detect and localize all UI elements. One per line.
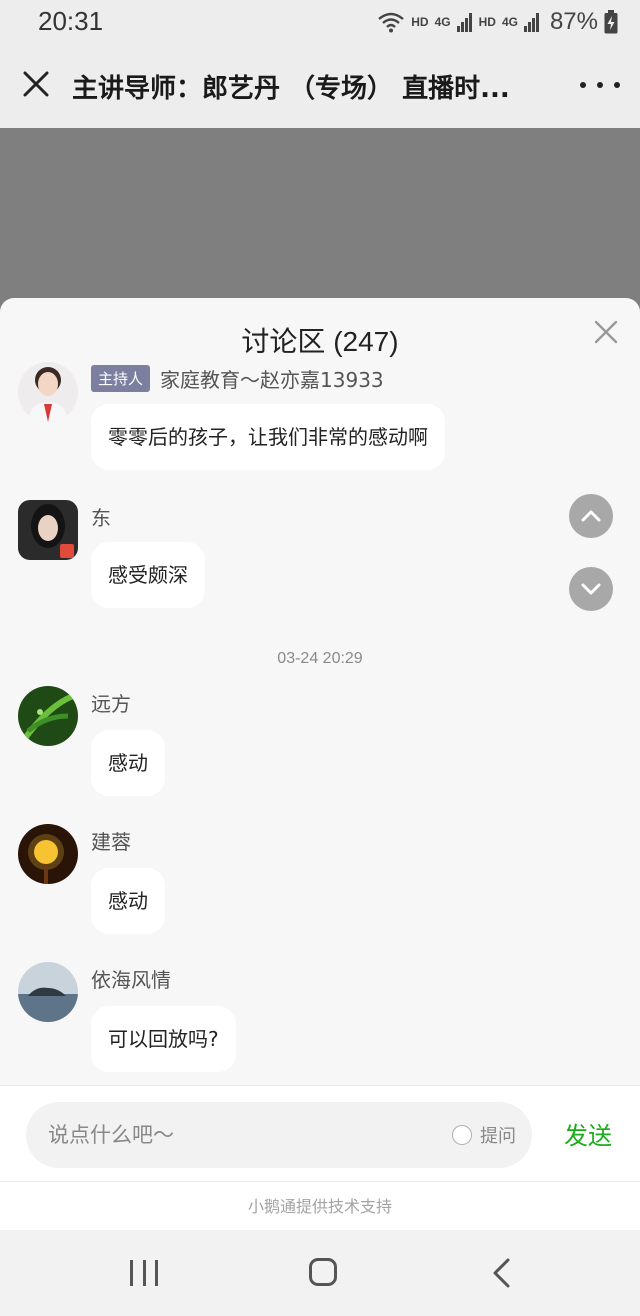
message-list[interactable]: 主持人 家庭教育～赵亦嘉13933 零零后的孩子，让我们非常的感动啊 东 感受颇… — [0, 360, 640, 1085]
system-nav-bar — [0, 1230, 640, 1316]
video-player-area[interactable] — [0, 128, 640, 318]
signal-icon-2 — [523, 13, 539, 32]
signal-icon — [456, 13, 472, 32]
close-icon — [23, 71, 49, 97]
woman-dark-hair-avatar[interactable] — [18, 500, 78, 560]
back-button[interactable] — [490, 1256, 514, 1290]
message-author: 家庭教育～赵亦嘉13933 — [160, 368, 384, 392]
chevron-up-icon — [581, 510, 601, 522]
status-icons: HD 4G HD 4G 87% — [377, 8, 618, 36]
discussion-close-button[interactable] — [592, 318, 620, 346]
send-button[interactable]: 发送 — [564, 1116, 612, 1151]
woman-portrait-avatar[interactable] — [18, 362, 78, 422]
scroll-down-button[interactable] — [569, 567, 613, 611]
close-icon — [594, 320, 618, 344]
time-separator: 03-24 20:29 — [277, 650, 363, 667]
message-bubble[interactable]: 感动 — [91, 730, 165, 796]
hd-label-2: HD — [478, 15, 496, 29]
message-author-row: 依海风情 — [91, 964, 171, 993]
more-dot-icon — [597, 82, 603, 88]
message-author: 依海风情 — [91, 968, 171, 992]
green-leaf-avatar[interactable] — [18, 686, 78, 746]
title-bar: 主讲导师：郎艺丹 （专场） 直播时... — [0, 46, 640, 128]
discussion-panel: 讨论区 (247) 主持人 家庭教育～赵亦嘉13933 零零后的孩子，让我们非常… — [0, 298, 640, 1230]
4g-label-2: 4G — [501, 15, 518, 29]
ask-question-label: 提问 — [480, 1126, 516, 1147]
comment-input[interactable] — [48, 1102, 408, 1168]
host-badge: 主持人 — [91, 365, 151, 392]
home-icon[interactable] — [309, 1258, 337, 1286]
status-bar: 20:31 HD 4G HD 4G 87% — [0, 0, 640, 46]
battery-percent: 87% — [549, 8, 598, 35]
message-author-row: 建蓉 — [91, 826, 131, 855]
close-button[interactable] — [18, 66, 54, 102]
island-avatar[interactable] — [18, 962, 78, 1022]
battery-charging-icon — [604, 10, 618, 34]
message-bubble[interactable]: 感动 — [91, 868, 165, 934]
status-time: 20:31 — [38, 6, 104, 36]
comment-input-box[interactable]: 提问 — [26, 1102, 532, 1168]
message-author: 东 — [91, 506, 111, 530]
message-author-row: 东 — [91, 502, 111, 531]
chevron-down-icon — [581, 583, 601, 595]
more-dot-icon — [580, 82, 586, 88]
message-bubble[interactable]: 感受颇深 — [91, 542, 205, 608]
page-title: 主讲导师：郎艺丹 （专场） 直播时... — [72, 74, 510, 104]
recent-apps-icon[interactable] — [130, 1260, 158, 1286]
message-bubble[interactable]: 零零后的孩子，让我们非常的感动啊 — [91, 404, 445, 470]
comment-input-area: 提问 发送 — [0, 1085, 640, 1181]
more-menu-button[interactable] — [580, 70, 620, 100]
radio-circle-icon[interactable] — [452, 1125, 472, 1145]
message-author-row: 主持人 家庭教育～赵亦嘉13933 — [91, 364, 384, 393]
message-bubble[interactable]: 可以回放吗? — [91, 1006, 236, 1072]
lamp-avatar[interactable] — [18, 824, 78, 884]
back-arrow-icon — [493, 1258, 510, 1288]
wifi-icon — [378, 12, 405, 33]
4g-label: 4G — [434, 15, 451, 29]
more-dot-icon — [614, 82, 620, 88]
message-author: 远方 — [91, 692, 131, 716]
hd-label: HD — [411, 15, 429, 29]
message-author: 建蓉 — [91, 830, 131, 854]
discussion-title: 讨论区 (247) — [241, 326, 399, 357]
scroll-up-button[interactable] — [569, 494, 613, 538]
tech-support-footer: 小鹅通提供技术支持 — [0, 1181, 640, 1230]
ask-question-toggle[interactable]: 提问 — [452, 1102, 516, 1168]
message-author-row: 远方 — [91, 688, 131, 717]
